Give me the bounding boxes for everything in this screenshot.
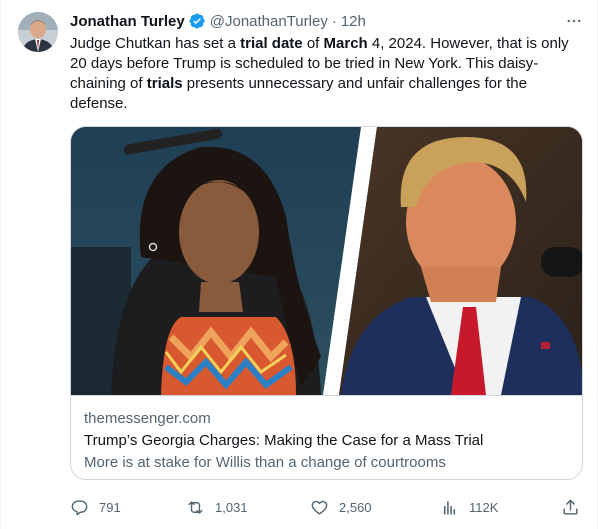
- link-card[interactable]: themessenger.com Trump’s Georgia Charges…: [70, 126, 583, 480]
- timestamp[interactable]: 12h: [341, 13, 366, 30]
- card-description: More is at stake for Willis than a chang…: [84, 454, 446, 471]
- separator: ·: [331, 12, 337, 30]
- card-body: themessenger.com Trump’s Georgia Charges…: [71, 395, 582, 479]
- like-icon: [311, 500, 328, 515]
- retweet-count: 1,031: [215, 499, 248, 515]
- card-image: [71, 127, 582, 395]
- tweet-text-bold: March: [323, 35, 368, 52]
- tweet-text-bold: trials: [146, 75, 183, 92]
- reply-button[interactable]: 791: [70, 498, 121, 517]
- tweet-text-segment: Judge Chutkan has set a: [70, 35, 241, 52]
- card-title: Trump’s Georgia Charges: Making the Case…: [84, 432, 484, 449]
- tweet-content: Jonathan Turley @JonathanTurley · 12h Ju…: [70, 10, 584, 515]
- tweet[interactable]: Jonathan Turley @JonathanTurley · 12h Ju…: [0, 0, 598, 529]
- verified-badge-icon: [188, 12, 206, 30]
- more-icon[interactable]: [564, 10, 584, 32]
- views-count: 112K: [469, 499, 499, 515]
- like-button[interactable]: 2,560: [310, 498, 372, 517]
- views-button[interactable]: 112K: [440, 498, 498, 517]
- action-bar: 791 1,031 2,560 112K: [70, 497, 583, 517]
- avatar[interactable]: [18, 12, 58, 52]
- reply-icon: [71, 499, 88, 515]
- author-handle[interactable]: @JonathanTurley: [210, 13, 328, 30]
- tweet-header: Jonathan Turley @JonathanTurley · 12h: [70, 10, 584, 32]
- like-count: 2,560: [339, 499, 372, 515]
- card-domain: themessenger.com: [84, 410, 211, 427]
- share-button[interactable]: [561, 498, 580, 517]
- retweet-button[interactable]: 1,031: [186, 498, 248, 517]
- author-name[interactable]: Jonathan Turley: [70, 13, 185, 30]
- views-icon: [443, 500, 456, 515]
- share-icon: [563, 499, 578, 515]
- retweet-icon: [188, 500, 203, 514]
- tweet-text-bold: trial date: [240, 35, 303, 52]
- tweet-text-segment: of: [302, 35, 324, 52]
- reply-count: 791: [99, 499, 121, 515]
- tweet-text: Judge Chutkan has set a trial date of Ma…: [70, 34, 570, 114]
